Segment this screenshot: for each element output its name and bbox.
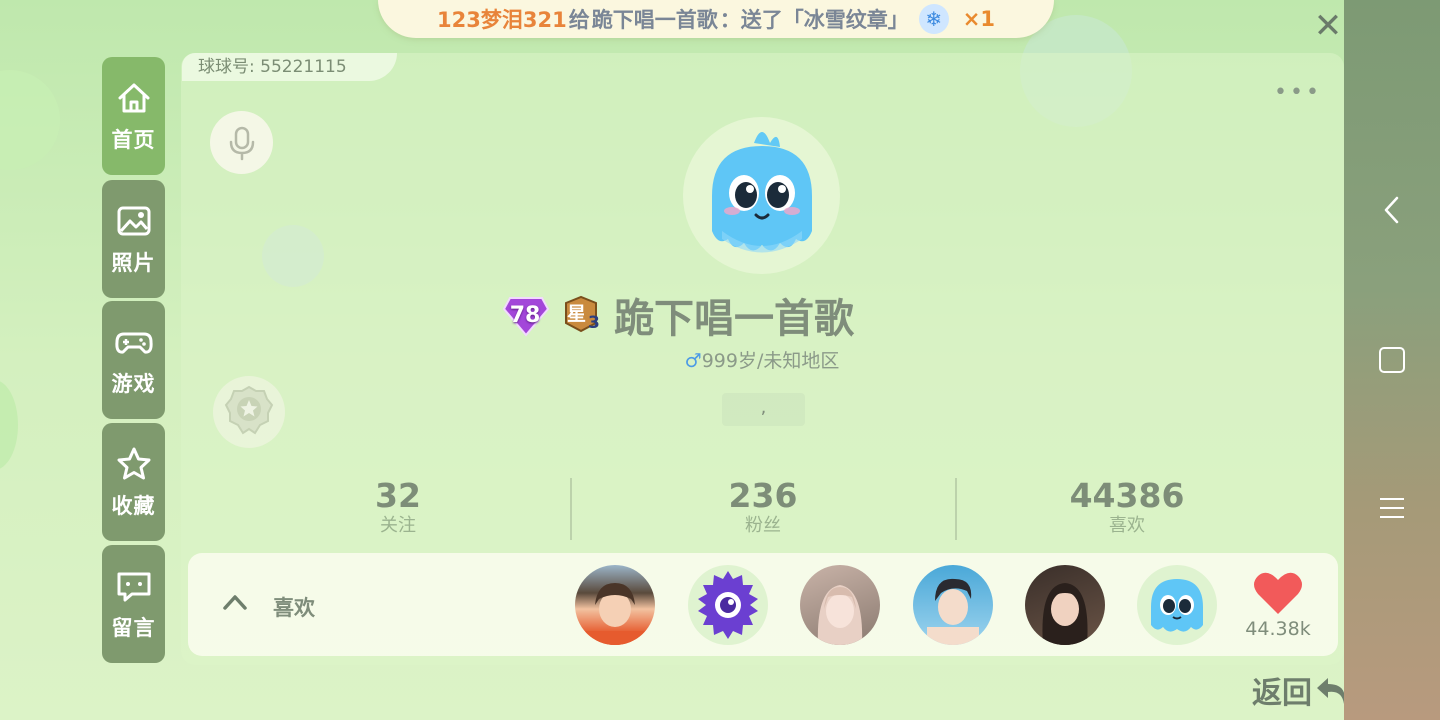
liker-avatar[interactable] (800, 565, 880, 645)
banner-sender[interactable]: 123梦泪321 (437, 4, 567, 34)
home-icon (118, 83, 149, 113)
liker-avatar[interactable] (1025, 565, 1105, 645)
banner-receiver[interactable]: 跪下唱一首歌 (592, 4, 718, 34)
gift-notification-banner: 123梦泪321 给 跪下唱一首歌 ：送了「冰雪纹章」 ❄ ×1 (378, 0, 1054, 38)
stat-likes[interactable]: 44386 喜欢 (1037, 478, 1217, 538)
sidebar-item-home[interactable]: 首页 (102, 57, 165, 175)
banner-action-prefix: 给 (568, 8, 590, 32)
background-bokeh (0, 380, 18, 470)
sidebar-item-messages[interactable]: 留言 (102, 545, 165, 663)
snowflake-icon: ❄ (918, 4, 949, 34)
system-home-button[interactable] (1344, 330, 1440, 390)
banner-gift-count: ×1 (962, 7, 995, 31)
close-icon[interactable]: ✕ (1312, 9, 1344, 43)
star-rank-number: 3 (588, 313, 600, 333)
star-rank-label: 星 (567, 303, 587, 325)
stat-label: 喜欢 (1109, 515, 1145, 536)
voice-intro-button[interactable] (210, 111, 273, 174)
back-button[interactable]: 返回 (1252, 668, 1350, 712)
menu-lines-icon (1380, 498, 1404, 518)
microphone-icon (229, 126, 254, 160)
medal-button[interactable] (213, 376, 285, 448)
system-back-button[interactable] (1344, 180, 1440, 240)
male-gender-icon: ♂ (684, 350, 702, 372)
sidebar-item-photos[interactable]: 照片 (102, 180, 165, 298)
age-region-text: 999岁/未知地区 (701, 350, 840, 372)
likes-panel-label: 喜欢 (273, 596, 315, 620)
liker-avatar[interactable] (1137, 565, 1217, 645)
profile-avatar[interactable] (683, 117, 840, 274)
sidebar-item-favorites[interactable]: 收藏 (102, 423, 165, 541)
sidebar-item-label: 留言 (111, 616, 156, 640)
stat-value: 44386 (1069, 476, 1185, 515)
liker-avatar[interactable] (688, 565, 768, 645)
system-recents-button[interactable] (1344, 478, 1440, 538)
signature-text[interactable]: , (722, 393, 805, 426)
heart-icon[interactable] (1252, 570, 1304, 616)
stat-label: 粉丝 (745, 515, 781, 536)
profile-name-row: 78 星 3 跪下唱一首歌 (0, 286, 1398, 344)
level-badge[interactable]: 78 (502, 295, 550, 337)
level-number: 78 (509, 302, 541, 328)
stat-label: 关注 (380, 515, 416, 536)
sidebar-item-label: 照片 (111, 251, 156, 275)
system-navigation-bar (1344, 0, 1440, 720)
stat-fans[interactable]: 236 粉丝 (673, 478, 853, 538)
stat-value: 32 (375, 476, 421, 515)
more-options-icon[interactable]: ••• (1274, 80, 1322, 105)
sidebar-item-label: 首页 (111, 128, 156, 152)
sidebar-item-label: 收藏 (111, 494, 156, 518)
liker-avatar[interactable] (913, 565, 993, 645)
chevron-left-icon (1384, 196, 1399, 224)
photo-icon (117, 206, 150, 236)
background-bokeh (0, 70, 60, 170)
blob-mascot-avatar (711, 131, 812, 252)
stat-divider (570, 478, 572, 540)
profile-name: 跪下唱一首歌 (614, 296, 854, 342)
stat-divider (955, 478, 957, 540)
liker-avatar[interactable] (575, 565, 655, 645)
star-icon (117, 447, 150, 480)
star-level-badge[interactable]: 星 3 (560, 295, 602, 335)
likes-count: 44.38k (1245, 618, 1311, 640)
banner-gift-text: ：送了「冰雪纹章」 (719, 8, 909, 32)
chevron-up-icon[interactable] (222, 588, 248, 618)
stat-value: 236 (728, 476, 798, 515)
user-id-label: 球球号: 55221115 (182, 53, 397, 81)
stat-following[interactable]: 32 关注 (308, 478, 488, 538)
message-icon (117, 572, 150, 602)
profile-subtitle: ♂999岁/未知地区 (42, 346, 1440, 373)
back-label: 返回 (1252, 676, 1312, 711)
medal-icon (224, 385, 274, 435)
square-icon (1379, 347, 1405, 373)
